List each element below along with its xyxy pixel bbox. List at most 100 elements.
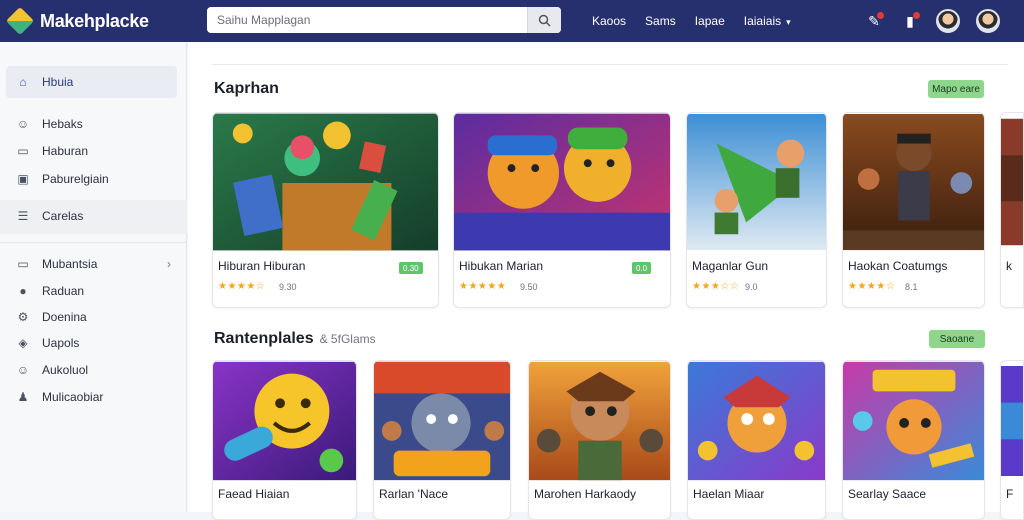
main-content: Kaprhan Mapo eare Hiburan Hiburan ★★★★☆ …: [188, 42, 1024, 520]
game-title-partial: F: [1006, 487, 1014, 501]
rating-value: 9.0: [745, 282, 758, 292]
sidebar-item-label: Uapols: [42, 336, 80, 350]
game-title: Hiburan Hiburan: [218, 259, 306, 273]
game-thumbnail: [843, 361, 984, 481]
image-icon: ▣: [17, 172, 29, 186]
folder-icon: ▭: [17, 257, 29, 271]
search-button[interactable]: [527, 7, 561, 33]
game-card[interactable]: Hibukan Marian ★★★★★ 9.50 0.0: [453, 112, 671, 308]
section-title-1: Kaprhan: [214, 80, 279, 97]
game-thumbnail: [843, 113, 984, 251]
sidebar-item-9[interactable]: ◈ Uapols: [6, 330, 177, 356]
circle-icon: ●: [19, 284, 27, 298]
game-card[interactable]: Searlay Saace: [842, 360, 985, 520]
game-card-partial[interactable]: F: [1000, 360, 1024, 520]
see-all-button-2[interactable]: Saoane: [929, 330, 985, 348]
person-icon: ♟: [17, 390, 29, 404]
tools-button[interactable]: ✎: [864, 11, 884, 31]
rating-value: 9.30: [279, 282, 297, 292]
sidebar-item-label: Mubantsia: [42, 257, 98, 271]
chevron-down-icon: ▾: [786, 17, 791, 27]
sidebar-item-label: Hebaks: [42, 117, 83, 131]
app-logo[interactable]: Makehplacke: [5, 6, 200, 36]
game-title: Faead Hiaian: [218, 487, 290, 501]
content-divider: [212, 64, 1008, 65]
price-badge: 0.30: [399, 262, 423, 274]
star-rating: ★★★★★: [459, 281, 507, 292]
sidebar-item-7[interactable]: ● Raduan: [6, 278, 177, 304]
sidebar-item-label: Hbuia: [42, 75, 74, 89]
sidebar-item-2[interactable]: ☺ Hebaks: [6, 111, 177, 137]
sidebar-item-4[interactable]: ▣ Paburelgiain: [6, 166, 177, 192]
search-bar: [207, 7, 561, 33]
alert-dot: [913, 12, 920, 19]
game-card[interactable]: Haokan Coatumgs ★★★★☆ 8.1: [842, 112, 985, 308]
game-thumbnail: [1001, 366, 1023, 476]
sidebar-item-label: Haburan: [42, 144, 89, 158]
section-title-2: Rantenplales & 5fGlams: [214, 330, 376, 348]
nav-link-1[interactable]: Kaoos: [592, 14, 626, 28]
game-title-partial: k: [1006, 259, 1012, 273]
game-card[interactable]: Rarlan 'Nace: [373, 360, 511, 520]
game-thumbnail: [374, 361, 510, 481]
search-icon: [538, 14, 551, 27]
sidebar-item-8[interactable]: ⚙ Doenina: [6, 304, 177, 330]
avatar-1[interactable]: [936, 9, 960, 33]
nav-link-3[interactable]: Iapae: [695, 14, 725, 28]
game-thumbnail: [454, 113, 670, 251]
sidebar-item-label: Mulicaobiar: [42, 390, 104, 404]
game-card[interactable]: Haelan Miaar: [687, 360, 826, 520]
game-card[interactable]: Maganlar Gun ★★★☆☆ 9.0: [686, 112, 827, 308]
shield-icon: ◈: [18, 336, 28, 350]
notification-dot: [877, 12, 884, 19]
sidebar-item-label: Raduan: [42, 284, 85, 298]
chevron-right-icon: ›: [167, 257, 171, 271]
nav-link-2[interactable]: Sams: [645, 14, 676, 28]
sidebar: ⌂ Hbuia ☺ Hebaks ▭ Haburan ▣ Paburelgiai…: [0, 42, 187, 512]
sidebar-item-10[interactable]: ☺ Aukoluol: [6, 357, 177, 383]
user-icon: ☺: [16, 117, 30, 131]
search-input[interactable]: [207, 8, 527, 32]
game-title: Hibukan Marian: [459, 259, 544, 273]
top-navigation-bar: Makehplacke Kaoos Sams Iapae Iaiaiais ▾ ✎…: [0, 0, 1024, 42]
sidebar-item-label: Carelas: [42, 209, 84, 223]
game-thumbnail: [213, 113, 438, 251]
sidebar-item-label: Doenina: [42, 310, 87, 324]
game-card[interactable]: Faead Hiaian: [212, 360, 357, 520]
top-nav-links: Kaoos Sams Iapae Iaiaiais ▾: [592, 0, 810, 42]
game-card[interactable]: Marohen Harkaody: [528, 360, 671, 520]
nav-link-4-dropdown[interactable]: Iaiaiais ▾: [744, 14, 791, 28]
sidebar-item-label: Paburelgiain: [42, 172, 109, 186]
header-actions: ✎ ▮: [864, 0, 1000, 42]
game-card-partial[interactable]: k: [1000, 112, 1024, 308]
sidebar-item-home[interactable]: ⌂ Hbuia: [6, 66, 177, 98]
app-name: Makehplacke: [40, 10, 149, 31]
avatar-2[interactable]: [976, 9, 1000, 33]
see-all-button-1[interactable]: Mapo eare: [928, 80, 984, 98]
sidebar-item-label: Aukoluol: [42, 363, 89, 377]
star-rating: ★★★★☆: [848, 281, 896, 292]
sidebar-item-11[interactable]: ♟ Mulicaobiar: [6, 384, 177, 410]
game-thumbnail: [1001, 118, 1023, 246]
sidebar-item-5[interactable]: ☰ Carelas: [6, 203, 177, 229]
folder-icon: ▭: [17, 144, 29, 158]
logo-icon: [5, 6, 35, 36]
star-rating: ★★★★☆: [218, 281, 266, 292]
notifications-button[interactable]: ▮: [900, 11, 920, 31]
star-rating: ★★★☆☆: [692, 281, 740, 292]
sidebar-item-6[interactable]: ▭ Mubantsia ›: [6, 251, 177, 277]
game-title: Searlay Saace: [848, 487, 927, 501]
section-subtitle: & 5fGlams: [319, 332, 376, 346]
price-badge: 0.0: [632, 262, 652, 274]
rating-value: 8.1: [905, 282, 918, 292]
section-title-2-label: Rantenplales: [214, 330, 314, 347]
game-title: Rarlan 'Nace: [379, 487, 448, 501]
gear-icon: ⚙: [17, 310, 29, 324]
home-icon: ⌂: [19, 75, 27, 89]
game-thumbnail: [529, 361, 670, 481]
game-title: Haelan Miaar: [693, 487, 765, 501]
game-title: Maganlar Gun: [692, 259, 769, 273]
sidebar-item-3[interactable]: ▭ Haburan: [6, 138, 177, 164]
game-card[interactable]: Hiburan Hiburan ★★★★☆ 9.30 0.30: [212, 112, 439, 308]
sidebar-divider: [0, 242, 187, 243]
